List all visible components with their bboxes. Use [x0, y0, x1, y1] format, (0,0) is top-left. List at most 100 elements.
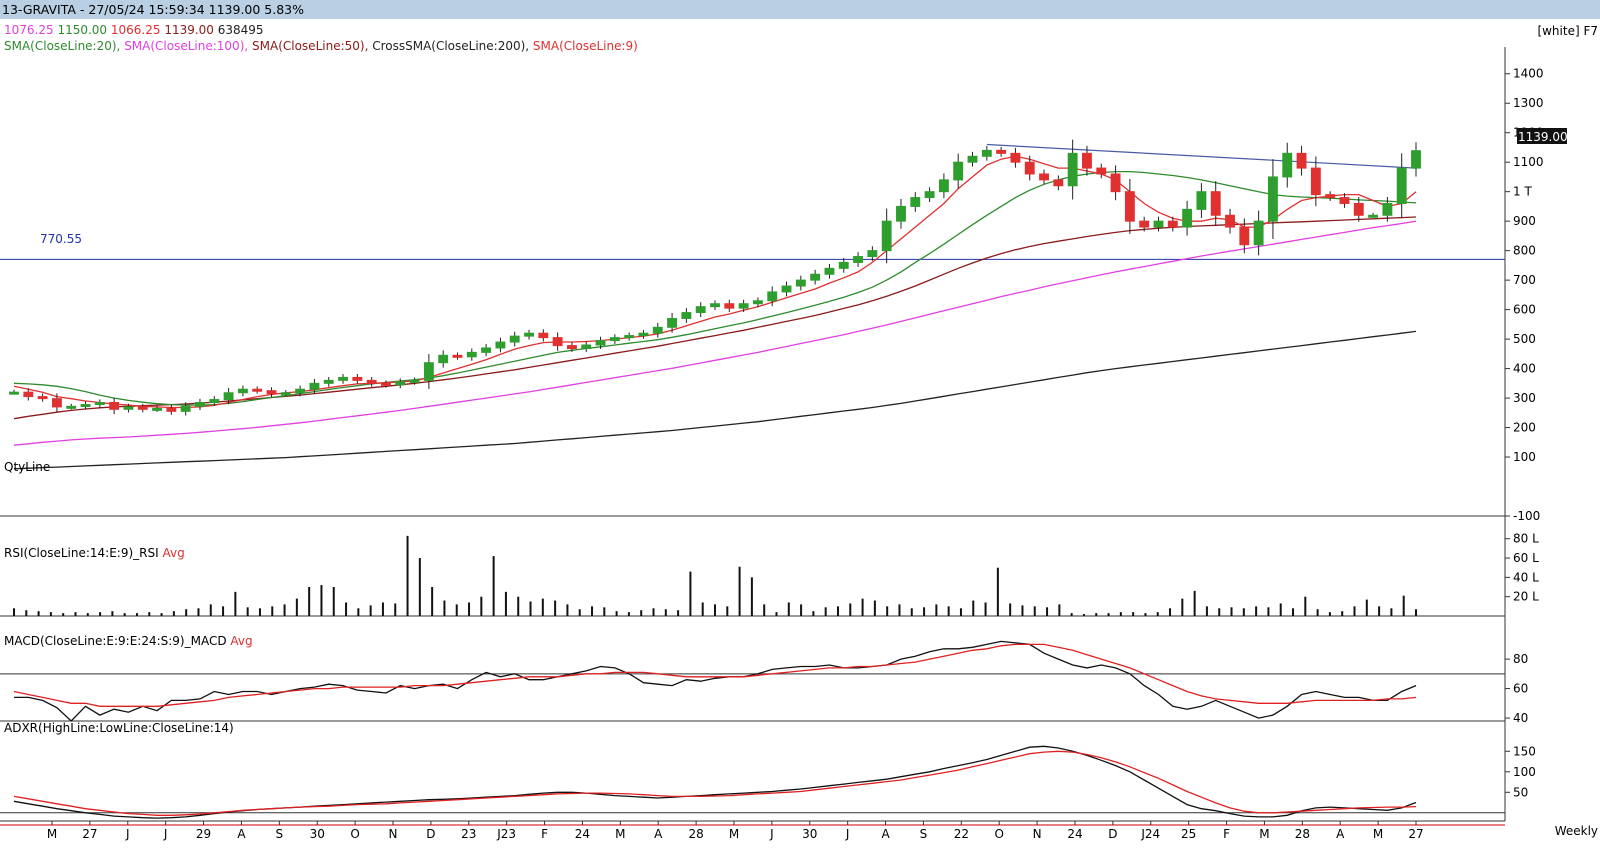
x-tick-label: 27	[82, 827, 97, 841]
candle-body	[1239, 226, 1250, 246]
ohlc-value: 1150.00	[54, 23, 107, 37]
x-tick-label: M	[1259, 827, 1269, 841]
candle-body	[395, 381, 406, 386]
legend-text: SMA(CloseLine:20), SMA(CloseLine:100), S…	[4, 39, 638, 53]
candle-body	[9, 391, 19, 395]
candle-body	[381, 382, 391, 386]
adxr-line	[13, 745, 1417, 819]
resistance-trendline	[986, 143, 1417, 169]
candle-body	[109, 401, 120, 410]
candle-body	[409, 379, 420, 383]
chart-canvas[interactable]: [white] F7 1076.25 1150.00 1066.25 1139.…	[0, 19, 1600, 857]
candle-body	[1296, 152, 1307, 169]
candle-body	[295, 388, 306, 394]
candle-body	[1225, 214, 1235, 228]
candle-body	[1110, 173, 1121, 193]
x-tick-label: 25	[1181, 827, 1196, 841]
candle-body	[609, 337, 620, 342]
candle-body	[123, 406, 134, 410]
candle-body	[166, 407, 177, 412]
candle-body	[567, 345, 577, 350]
panel-frames	[0, 47, 1506, 826]
legend-item: SMA(CloseLine:50),	[248, 39, 368, 53]
candle-body	[924, 191, 935, 199]
candle-body	[824, 267, 835, 275]
candle-body	[695, 306, 706, 314]
candle-body	[1139, 220, 1150, 228]
candle-body	[667, 317, 678, 328]
x-tick-label: J	[769, 827, 774, 841]
x-tick-label: F	[1223, 827, 1230, 841]
period-label[interactable]: Weekly	[1555, 824, 1598, 838]
candle-body	[209, 399, 220, 403]
x-tick-label: 24	[1067, 827, 1082, 841]
candle-body	[1210, 191, 1221, 216]
candle-body	[423, 362, 434, 381]
candle-body	[195, 401, 205, 407]
x-tick-label: N	[389, 827, 398, 841]
candle-body	[338, 376, 348, 381]
candle-body	[552, 337, 563, 347]
candle-body	[910, 197, 921, 207]
x-tick-label: D	[426, 827, 435, 841]
candle-body	[881, 220, 892, 252]
legend-item: SMA(CloseLine:100),	[120, 39, 248, 53]
volume-y-axis: 80 L 60 L 40 L 20 L	[1505, 532, 1539, 604]
adxr-label: ADXR(HighLine:LowLine:CloseLine:14)	[4, 721, 234, 735]
candle-body	[1268, 176, 1278, 222]
candle-body	[1039, 173, 1049, 181]
x-axis: M 27 J J 29 A S 30 O N D 23 J23 F 24 M A 28 M J 30 J A S 22 O N 24 D…	[47, 821, 1424, 841]
candle-body	[137, 406, 148, 410]
candle-body	[1153, 220, 1164, 228]
candle-body	[237, 388, 248, 394]
x-tick-label: O	[994, 827, 1003, 841]
candle-body	[581, 344, 592, 350]
rsi-label: RSI(CloseLine:14:E:9)_RSI Avg	[4, 546, 185, 560]
candle-body	[481, 347, 492, 353]
legend-item: CrossSMA(CloseLine:200),	[368, 39, 529, 53]
candle-body	[967, 155, 978, 163]
candle-body	[1411, 150, 1421, 169]
x-tick-label: A	[237, 827, 246, 841]
candle-body	[710, 303, 720, 308]
candle-body	[1182, 208, 1193, 228]
x-tick-label: N	[1033, 827, 1042, 841]
svg-text:1139.00: 1139.00	[1518, 130, 1568, 144]
candle-body	[1325, 194, 1336, 199]
x-tick-label: 22	[954, 827, 969, 841]
x-tick-label: J24	[1140, 827, 1160, 841]
candle-body	[1096, 167, 1107, 175]
x-tick-label: J	[163, 827, 168, 841]
candle-body	[738, 303, 749, 309]
y-tick-label: 600	[1513, 303, 1536, 317]
sma50-line	[13, 216, 1417, 420]
candle-body	[896, 205, 906, 222]
theme-label[interactable]: [white] F7	[1537, 24, 1598, 38]
y-tick-label: 1400	[1513, 67, 1544, 81]
ohlc-value: 638495	[214, 23, 264, 37]
legend-item: SMA(CloseLine:20),	[4, 39, 120, 53]
candle-body	[652, 326, 663, 334]
y-tick-label: 300	[1513, 391, 1536, 405]
y-tick-label: 200	[1513, 421, 1536, 435]
x-tick-label: 24	[575, 827, 590, 841]
candle-body	[1339, 197, 1350, 204]
candle-body	[1253, 220, 1264, 246]
candle-body	[595, 340, 606, 346]
candle-body	[681, 312, 692, 319]
y-tick-label: 1 T	[1513, 185, 1532, 199]
macd-line	[14, 640, 1417, 722]
ohlc-readout: 1076.25 1150.00 1066.25 1139.00 638495	[4, 23, 264, 37]
x-tick-label: 28	[1295, 827, 1310, 841]
candle-body	[1310, 167, 1321, 196]
horizontal-line-label: 770.55	[40, 232, 82, 246]
y-tick-label: 40 L	[1513, 570, 1539, 584]
x-tick-label: J	[125, 827, 130, 841]
sma100-line	[13, 220, 1417, 446]
candle-body	[767, 291, 778, 302]
candle-body	[1010, 152, 1021, 163]
y-tick-label: 150	[1513, 744, 1536, 758]
candle-body	[309, 382, 320, 390]
candle-body	[524, 332, 534, 337]
candle-body	[981, 149, 992, 157]
